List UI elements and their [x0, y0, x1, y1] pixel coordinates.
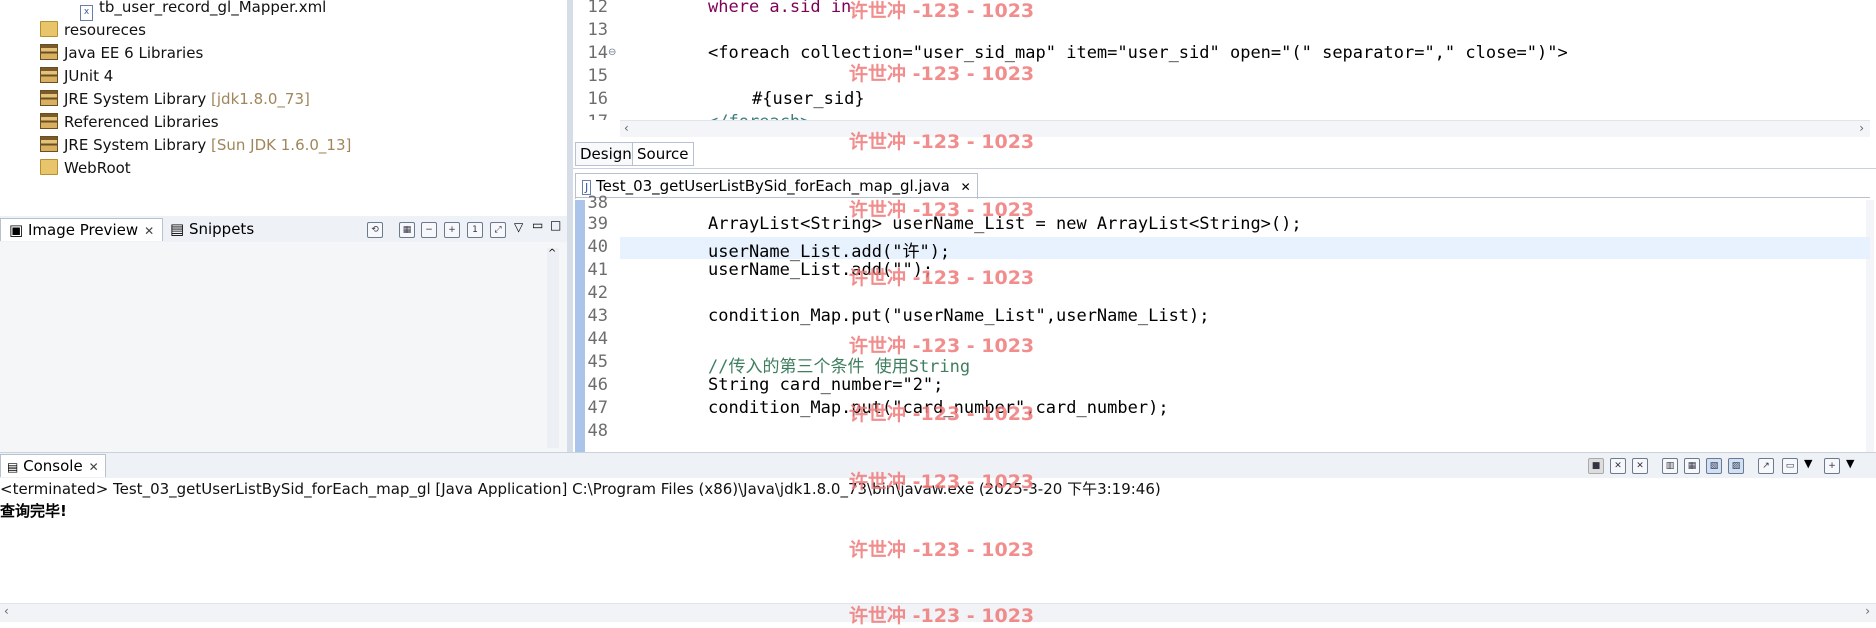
show-on-stderr-icon[interactable]: ▨: [1728, 458, 1744, 474]
image-fit-icon[interactable]: ▦: [399, 222, 415, 238]
xml-horizontal-scrollbar[interactable]: ‹ ›: [620, 120, 1870, 137]
editor-separator: [573, 168, 1876, 169]
code-line[interactable]: ArrayList<String> userName_List = new Ar…: [708, 214, 1302, 234]
console-header: ▤ Console ✕ ■ ✕ ✕ ▥ ▦ ▧ ▨ ↗ ▭ ▼ + ▼: [0, 452, 1876, 479]
code-line[interactable]: <foreach collection="user_sid_map" item=…: [708, 43, 1568, 63]
console-icon: ▤: [7, 460, 19, 474]
tree-item-referenced-libs[interactable]: Referenced Libraries: [40, 111, 219, 133]
tree-item-javaee-libs[interactable]: Java EE 6 Libraries: [40, 42, 203, 64]
tree-item-junit[interactable]: JUnit 4: [40, 65, 113, 87]
tab-source[interactable]: Source: [632, 142, 694, 166]
chevron-down-icon[interactable]: ▼: [1804, 457, 1812, 470]
display-console-icon[interactable]: ▭: [1782, 458, 1798, 474]
line-number: 43: [587, 306, 608, 326]
close-icon[interactable]: ✕: [961, 180, 971, 194]
close-icon[interactable]: ✕: [89, 460, 99, 474]
tab-console[interactable]: ▤ Console ✕: [0, 454, 106, 477]
code-line[interactable]: #{user_sid}: [752, 89, 865, 109]
tree-item-jre-jdk18[interactable]: JRE System Library [jdk1.8.0_73]: [40, 88, 310, 110]
tab-underline: [575, 197, 1870, 198]
library-icon: [40, 113, 58, 129]
tab-java-file[interactable]: J Test_03_getUserListBySid_forEach_map_g…: [575, 173, 978, 199]
remove-all-icon[interactable]: ✕: [1632, 458, 1648, 474]
zoom-out-icon[interactable]: −: [421, 222, 437, 238]
minimize-icon[interactable]: ▭: [532, 218, 543, 232]
close-icon[interactable]: ✕: [144, 224, 154, 238]
code-line[interactable]: String card_number="2";: [708, 375, 943, 395]
code-line[interactable]: userName_List.add("许");: [708, 237, 950, 262]
preview-vertical-scrollbar[interactable]: ^: [547, 248, 559, 448]
scroll-left-icon[interactable]: ‹: [4, 604, 9, 618]
line-number: 38: [587, 193, 608, 211]
scroll-right-icon[interactable]: ›: [1865, 604, 1870, 618]
scroll-right-icon[interactable]: ›: [1859, 121, 1864, 135]
code-line[interactable]: </foreach>: [708, 112, 810, 120]
line-number: 16: [587, 89, 608, 109]
preview-tabbar: ▣ Image Preview ✕ ▤ Snippets ⟲ ▦ − + 1 ⤢ …: [0, 216, 567, 243]
line-number: 47: [587, 398, 608, 418]
snippets-icon: ▤: [170, 220, 185, 238]
code-line[interactable]: userName_List.add("");: [708, 260, 933, 280]
code-line[interactable]: condition_Map.put("card_number",card_num…: [708, 398, 1169, 418]
line-number: 41: [587, 260, 608, 280]
image-preview-icon: ▣: [9, 221, 24, 239]
line-number: 42: [587, 283, 608, 303]
line-number: 17: [572, 112, 608, 120]
open-console-icon[interactable]: +: [1824, 458, 1840, 474]
line-number: 48: [587, 421, 608, 441]
scroll-lock-icon[interactable]: ▦: [1684, 458, 1700, 474]
code-line[interactable]: condition_Map.put("userName_List",userNa…: [708, 306, 1210, 326]
line-number: 45: [587, 352, 608, 372]
tree-item-webroot[interactable]: WebRoot: [40, 157, 131, 179]
line-number: 15: [587, 66, 608, 86]
line-number: 40: [587, 237, 608, 257]
link-icon[interactable]: ⟲: [367, 222, 383, 238]
remove-launch-icon[interactable]: ✕: [1610, 458, 1626, 474]
zoom-in-icon[interactable]: +: [444, 222, 460, 238]
zoom-100-icon[interactable]: 1: [467, 222, 483, 238]
pin-console-icon[interactable]: ↗: [1758, 458, 1774, 474]
line-number: 39: [587, 214, 608, 234]
line-number: 14: [587, 43, 608, 63]
library-icon: [40, 90, 58, 106]
tab-design[interactable]: Design: [575, 142, 637, 166]
code-comment-line[interactable]: //传入的第三个条件 使用String: [708, 352, 970, 377]
tree-item-mapper-xml[interactable]: x tb_user_record_gl_Mapper.xml: [80, 0, 326, 21]
chevron-down-icon[interactable]: ▼: [1846, 457, 1854, 470]
scroll-up-icon[interactable]: ^: [548, 248, 556, 259]
terminate-icon[interactable]: ■: [1588, 458, 1604, 474]
library-icon: [40, 44, 58, 60]
tab-snippets[interactable]: ▤ Snippets: [162, 218, 262, 240]
line-number: 12: [587, 0, 608, 17]
view-menu-icon[interactable]: ▽: [514, 220, 523, 234]
line-number: 44: [587, 329, 608, 349]
image-preview-area: [0, 242, 567, 452]
tree-item-resources[interactable]: resoureces: [40, 19, 146, 41]
folder-icon: [40, 159, 58, 175]
line-number: 46: [587, 375, 608, 395]
package-explorer-tree: x tb_user_record_gl_Mapper.xml resoureces…: [0, 0, 567, 212]
folder-icon: [40, 21, 58, 37]
library-icon: [40, 136, 58, 152]
console-status-line: <terminated> Test_03_getUserListBySid_fo…: [0, 480, 1161, 498]
show-on-stdout-icon[interactable]: ▧: [1706, 458, 1722, 474]
tree-item-jre-sunjdk16[interactable]: JRE System Library [Sun JDK 1.6.0_13]: [40, 134, 351, 156]
fit-window-icon[interactable]: ⤢: [490, 222, 506, 238]
console-horizontal-scrollbar[interactable]: ‹ ›: [0, 603, 1876, 622]
library-icon: [40, 67, 58, 83]
fold-toggle-icon[interactable]: ⊖: [608, 47, 616, 58]
clear-console-icon[interactable]: ▥: [1662, 458, 1678, 474]
tab-image-preview[interactable]: ▣ Image Preview ✕: [0, 218, 164, 241]
maximize-icon[interactable]: □: [550, 218, 561, 232]
console-output: 查询完毕!: [0, 502, 67, 520]
code-line[interactable]: where a.sid in: [708, 0, 851, 17]
line-number: 13: [587, 20, 608, 40]
scroll-left-icon[interactable]: ‹: [624, 121, 629, 135]
